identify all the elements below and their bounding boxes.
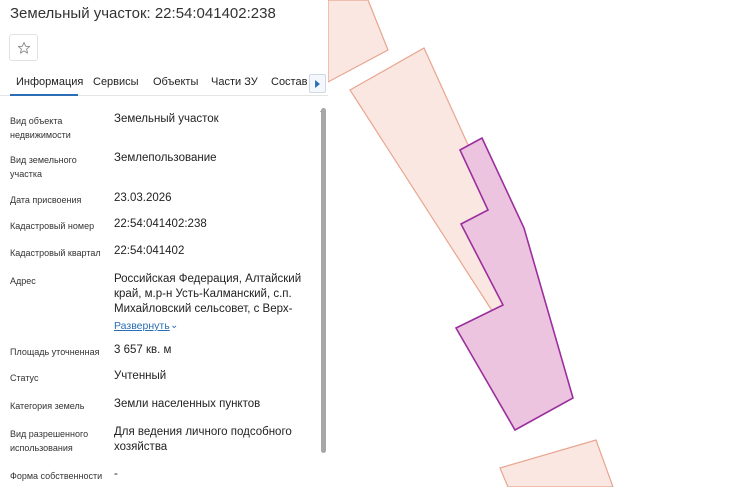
property-label: Категория земель [10,401,85,411]
property-label: Адрес [10,276,36,286]
map-parcel-top[interactable] [328,0,389,83]
property-value: - [114,468,118,480]
info-panel: Земельный участок: 22:54:041402:238 Инфо… [0,0,328,487]
page-title: Земельный участок: 22:54:041402:238 [10,5,276,22]
property-label: Статус [10,373,39,383]
tab-services[interactable]: Сервисы [93,76,139,88]
expand-address-link[interactable]: Развернуть [114,320,170,332]
scrollbar-thumb[interactable] [321,108,326,453]
tab-composition[interactable]: Состав [271,76,307,88]
active-tab-indicator [10,94,78,96]
property-value: Земельный участок [114,113,219,125]
property-value: Земли населенных пунктов [114,398,261,410]
property-value: 22:54:041402 [114,245,185,257]
cadastral-map[interactable] [328,0,750,487]
property-label: Площадь уточненная [10,347,100,357]
property-label: Кадастровый квартал [10,248,101,258]
chevron-down-icon[interactable]: ⌄ [170,320,178,331]
map-parcel-bottom[interactable] [499,439,614,487]
property-label: Форма собственности [10,471,103,481]
tab-bar: Информация Сервисы Объекты Части ЗУ Сост… [0,70,328,96]
property-value: Российская Федерация, Алтайский край, м.… [114,273,302,315]
favorite-button[interactable] [9,34,38,61]
property-label: Вид объекта недвижимости [10,116,71,140]
tab-parcel-parts[interactable]: Части ЗУ [211,76,258,88]
property-label: Дата присвоения [10,195,82,205]
property-value: Для ведения личного подсобного хозяйства [114,426,292,453]
property-value: 23.03.2026 [114,192,172,204]
chevron-right-icon [315,79,320,88]
property-value: Учтенный [114,370,167,382]
tabs-scroll-right-button[interactable] [309,74,326,93]
tab-objects[interactable]: Объекты [153,76,198,88]
star-icon [17,41,30,54]
property-label: Кадастровый номер [10,221,95,231]
property-label: Вид земельного участка [10,155,77,179]
tab-information[interactable]: Информация [16,76,83,88]
property-value: 3 657 кв. м [114,344,172,356]
property-value: Землепользование [114,152,217,164]
property-value: 22:54:041402:238 [114,218,207,230]
property-label: Вид разрешенного использования [10,429,89,453]
map-canvas[interactable] [328,0,750,487]
